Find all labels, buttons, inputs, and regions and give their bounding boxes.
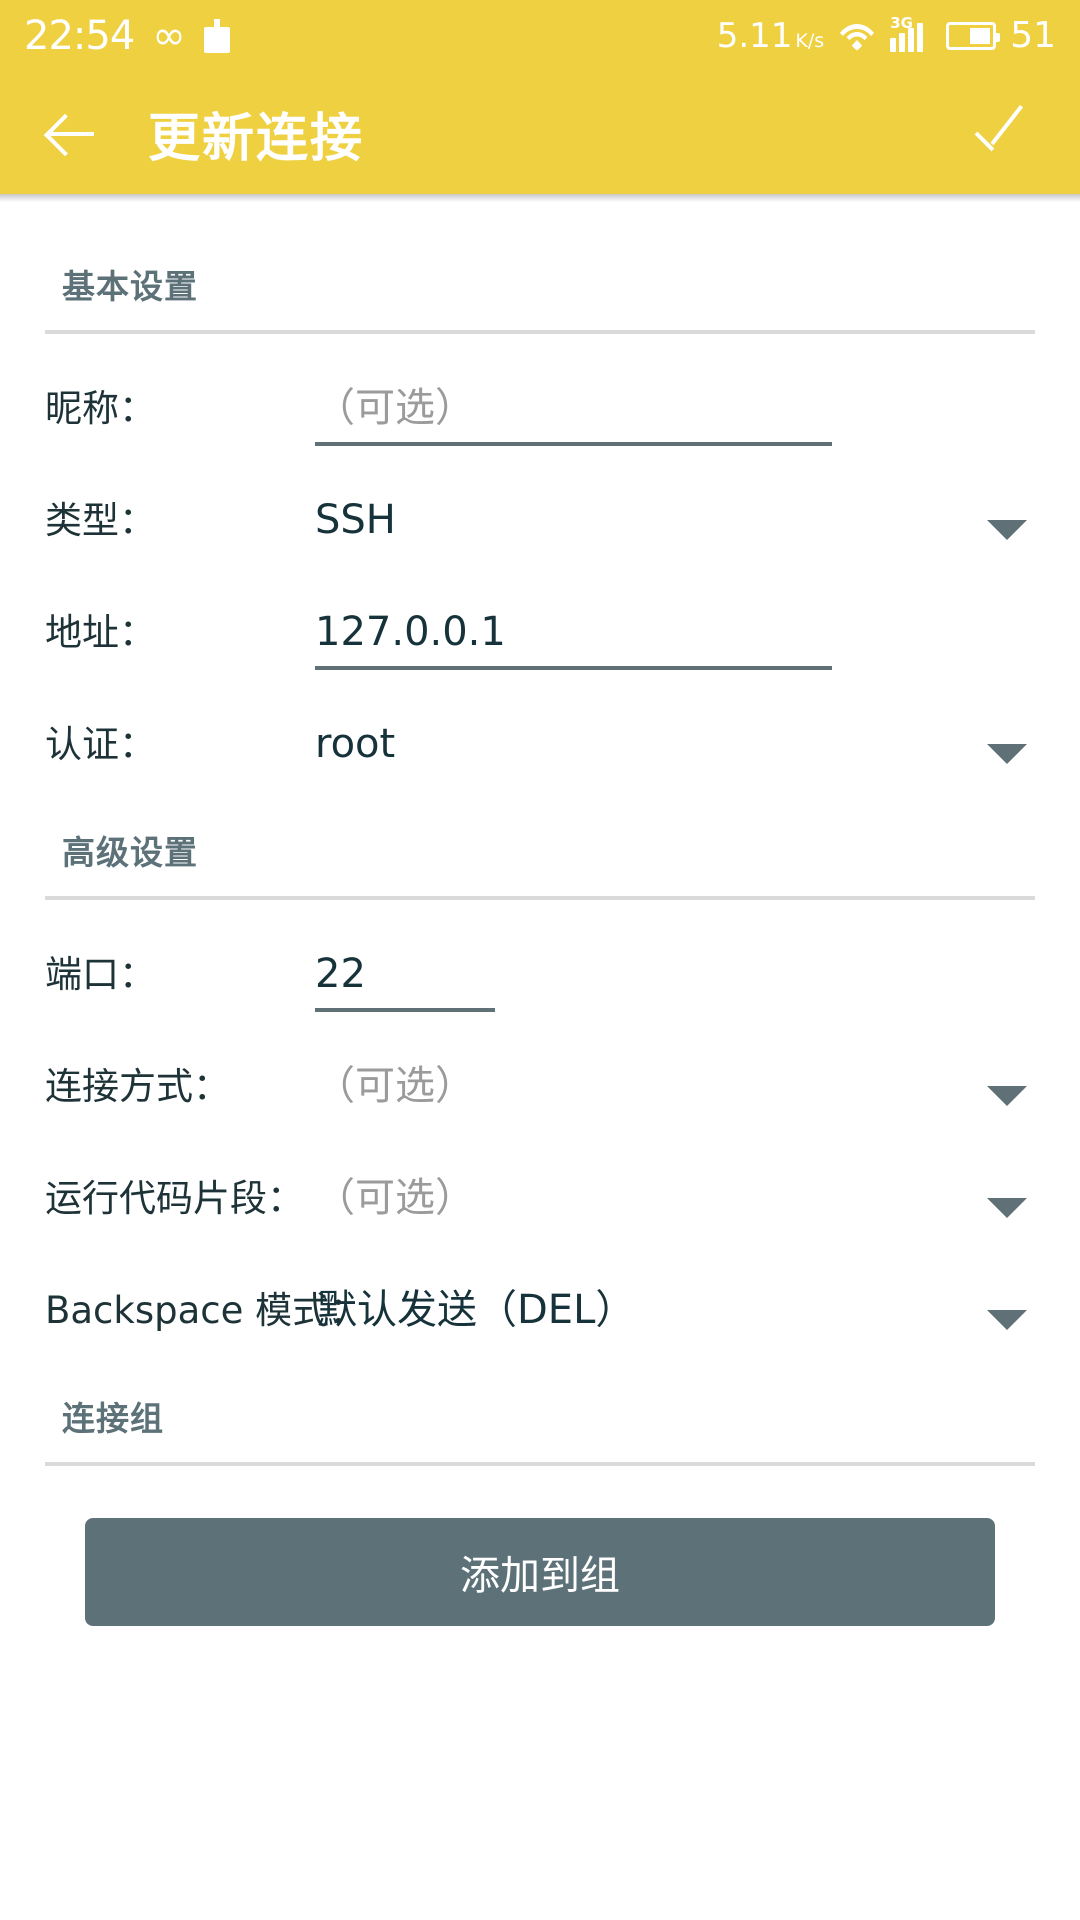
signal-bar-4 (917, 23, 924, 52)
label-auth: 认证： (45, 723, 156, 766)
status-bar-clock: 22:54 (24, 13, 135, 59)
status-bar: 22:54 ∞ 5.11 K/s 3G 51 (0, 0, 1080, 72)
auth-dropdown[interactable]: root (315, 722, 1035, 782)
label-address: 地址： (45, 611, 156, 654)
backspace-mode-dropdown[interactable]: 默认发送（DEL） (317, 1288, 1035, 1348)
battery-icon (946, 22, 1001, 50)
label-port: 端口： (45, 953, 156, 996)
chevron-down-icon (987, 744, 1027, 764)
type-dropdown-value: SSH (315, 497, 396, 543)
section-header-group: 连接组 (62, 1399, 164, 1438)
section-header-basic: 基本设置 (62, 267, 198, 306)
network-type-label: 3G (890, 14, 913, 32)
wifi-icon (838, 21, 876, 51)
form-row-backspace-mode[interactable]: Backspace 模式： 默认发送（DEL） (0, 1236, 1080, 1348)
chevron-down-icon (987, 1198, 1027, 1218)
clipboard-icon (203, 19, 230, 53)
form-row-type[interactable]: 类型： SSH (0, 446, 1080, 558)
back-arrow-icon[interactable] (44, 105, 100, 161)
network-speed-value: 5.11 (716, 16, 793, 56)
label-backspace-mode: Backspace 模式： (45, 1289, 367, 1332)
port-input[interactable]: 22 (315, 952, 1035, 1012)
settings-form: 基本设置 昵称： （可选） 类型： SSH 地址： 127.0.0.1 认证： … (0, 202, 1080, 1626)
form-row-address[interactable]: 地址： 127.0.0.1 (0, 558, 1080, 670)
form-row-port[interactable]: 端口： 22 (0, 900, 1080, 1012)
signal-bar-2 (899, 33, 906, 52)
address-input[interactable]: 127.0.0.1 (315, 610, 1035, 670)
backspace-mode-dropdown-value: 默认发送（DEL） (317, 1287, 636, 1333)
form-row-auth[interactable]: 认证： root (0, 670, 1080, 782)
status-bar-left: 22:54 ∞ (24, 16, 230, 56)
add-to-group-button[interactable]: 添加到组 (85, 1518, 995, 1626)
label-nickname: 昵称： (45, 387, 156, 430)
network-speed-indicator: 5.11 K/s (717, 19, 824, 53)
connection-method-dropdown[interactable]: （可选） (315, 1064, 1035, 1124)
add-to-group-container: 添加到组 (0, 1466, 1080, 1626)
run-snippet-dropdown[interactable]: （可选） (315, 1176, 1035, 1236)
app-bar-shadow (0, 194, 1080, 202)
signal-bars-icon: 3G (890, 16, 932, 52)
form-row-nickname[interactable]: 昵称： （可选） (0, 334, 1080, 446)
nickname-input[interactable]: （可选） (315, 386, 1035, 446)
label-run-snippet: 运行代码片段： (45, 1177, 304, 1220)
port-input-value: 22 (315, 951, 366, 997)
confirm-check-icon[interactable] (972, 101, 1036, 165)
battery-level-label: 51 (1010, 15, 1056, 56)
run-snippet-dropdown-value: （可选） (315, 1175, 475, 1221)
auth-dropdown-value: root (315, 721, 396, 767)
connection-method-dropdown-value: （可选） (315, 1063, 475, 1109)
status-bar-right: 5.11 K/s 3G 51 (717, 15, 1056, 56)
signal-bar-1 (890, 38, 897, 52)
infinity-icon: ∞ (152, 13, 186, 59)
type-dropdown[interactable]: SSH (315, 498, 1035, 558)
section-header-advanced: 高级设置 (62, 833, 198, 872)
chevron-down-icon (987, 1086, 1027, 1106)
chevron-down-icon (987, 1310, 1027, 1330)
battery-fill (970, 28, 991, 44)
address-input-value: 127.0.0.1 (315, 609, 506, 655)
network-speed-unit: K/s (795, 30, 825, 52)
label-type: 类型： (45, 499, 156, 542)
chevron-down-icon (987, 520, 1027, 540)
app-bar: 更新连接 (0, 72, 1080, 194)
page-title: 更新连接 (148, 108, 365, 169)
nickname-input-placeholder: （可选） (315, 385, 475, 431)
label-connection-method: 连接方式： (45, 1065, 230, 1108)
form-row-connection-method[interactable]: 连接方式： （可选） (0, 1012, 1080, 1124)
form-row-run-snippet[interactable]: 运行代码片段： （可选） (0, 1124, 1080, 1236)
